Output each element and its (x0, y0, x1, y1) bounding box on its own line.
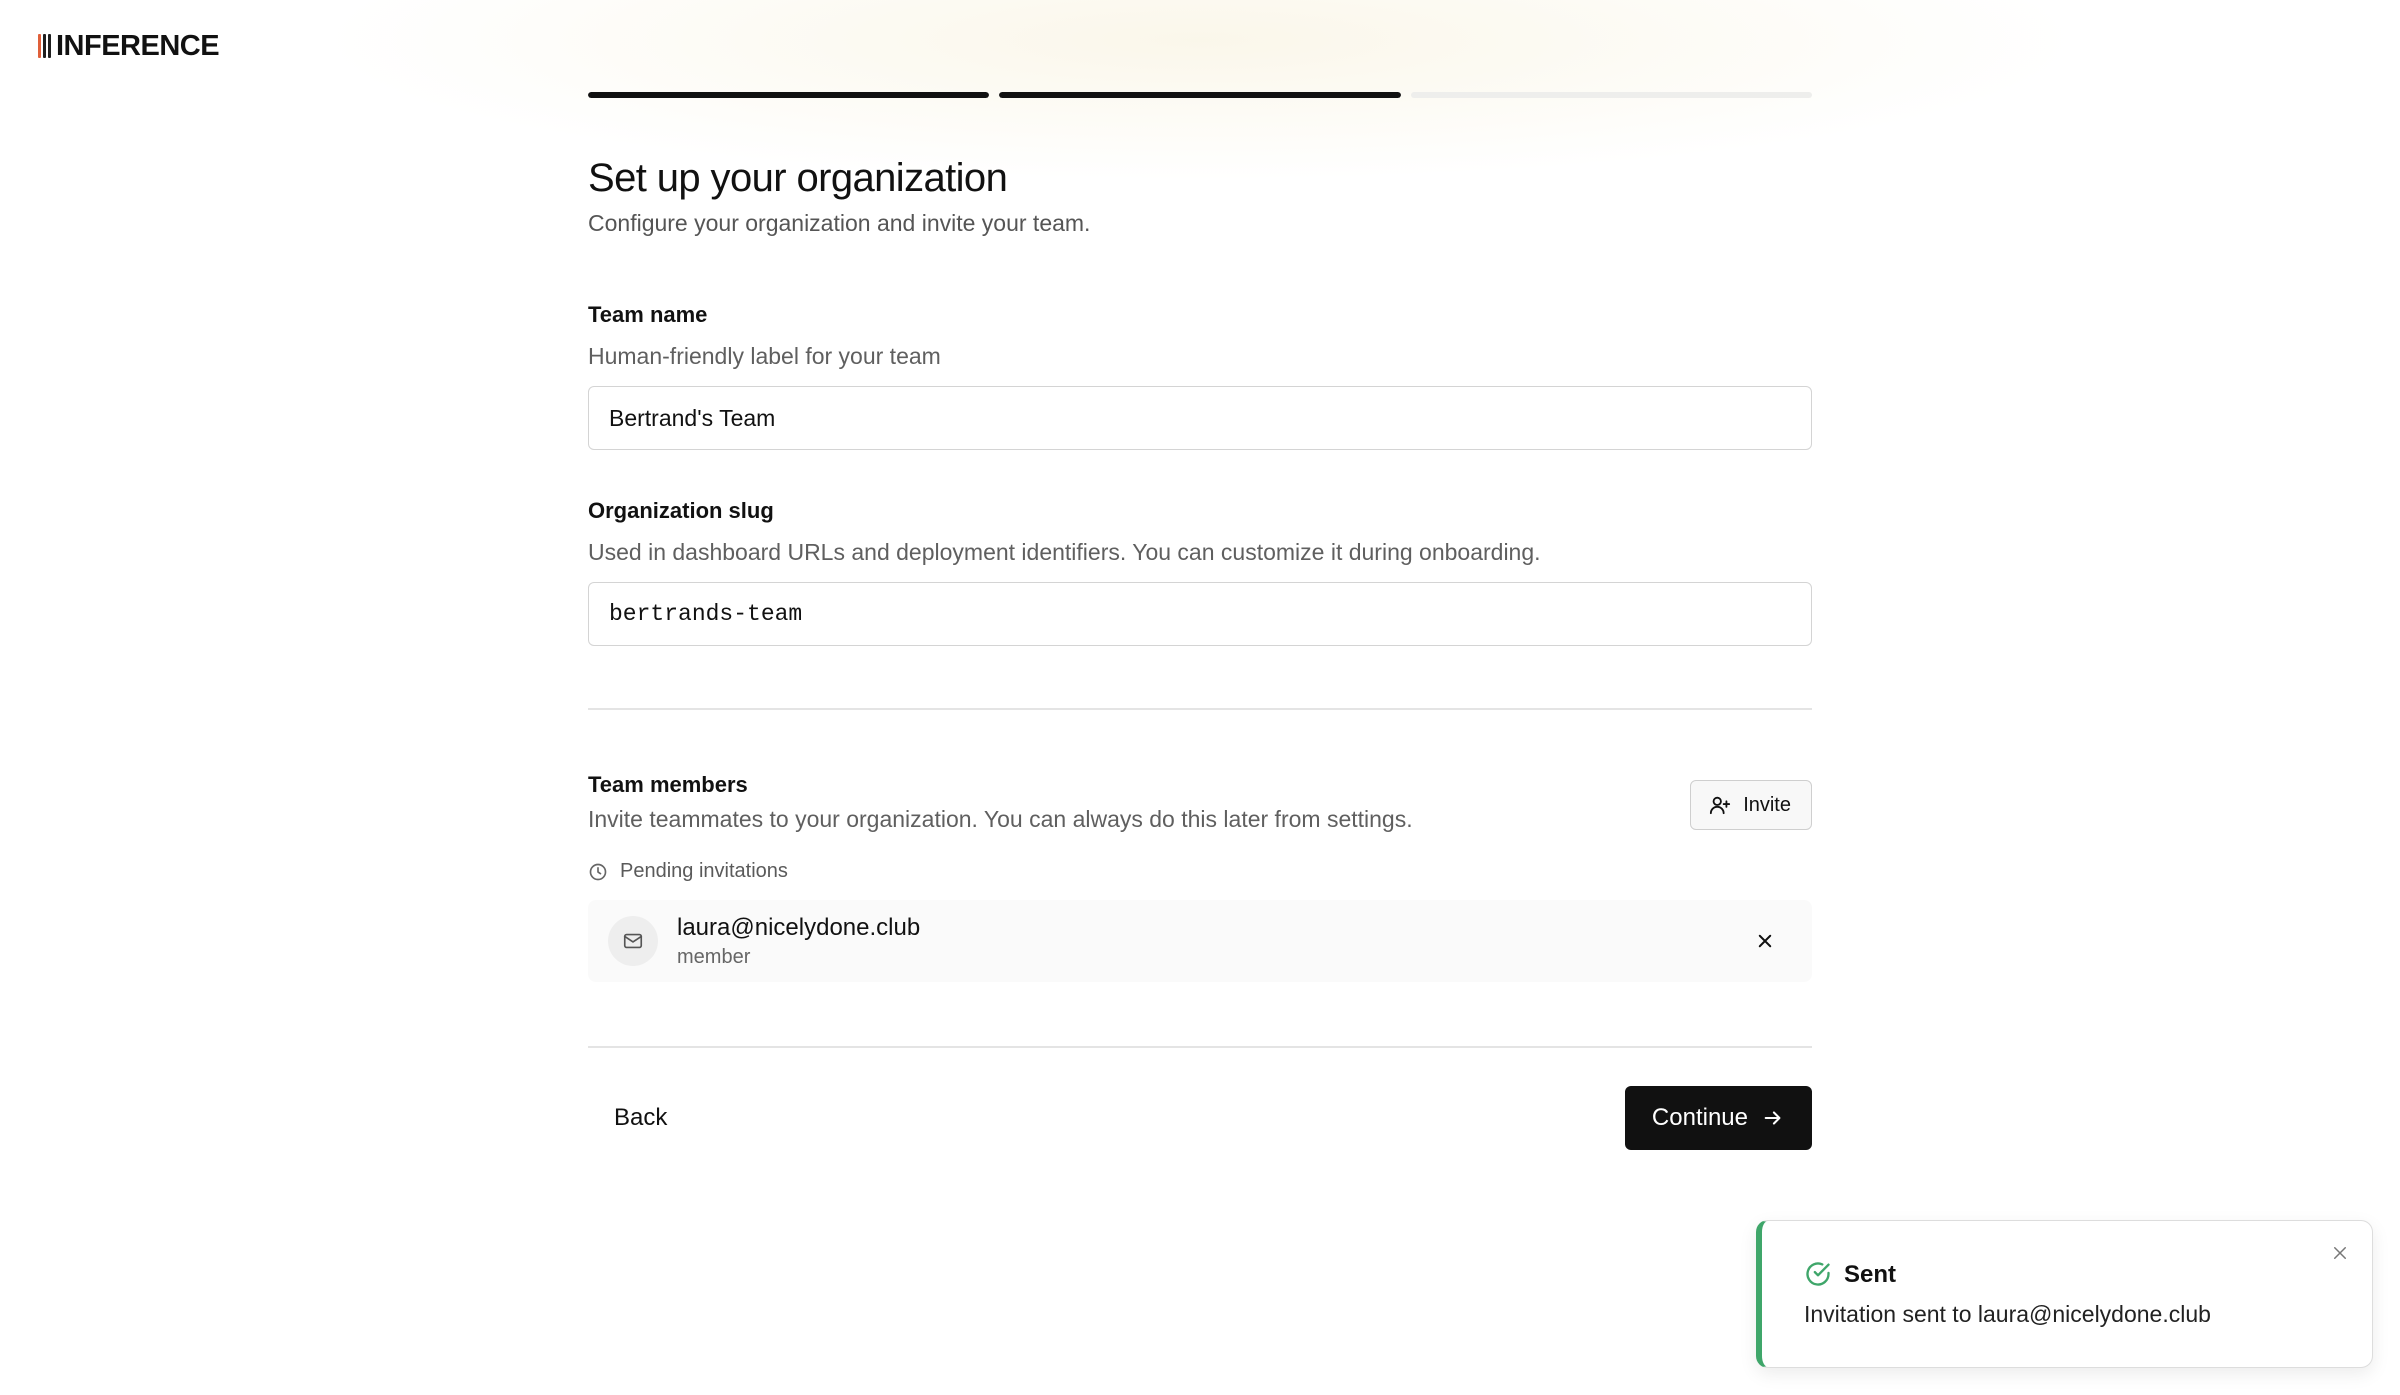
org-slug-label: Organization slug (588, 498, 774, 523)
brand-logo[interactable]: INFERENCE (38, 30, 220, 62)
pending-invitations-header: Pending invitations (588, 860, 788, 883)
logo-bar (38, 34, 41, 58)
progress-fill (588, 92, 990, 98)
team-name-label: Team name (588, 302, 708, 327)
team-members-label: Team members (588, 772, 748, 797)
page-title: Set up your organization (588, 156, 1008, 200)
pending-invitations-label: Pending invitations (620, 860, 788, 882)
org-slug-input[interactable] (588, 582, 1812, 646)
user-plus-icon (1709, 794, 1731, 816)
invite-button[interactable]: Invite (1690, 780, 1812, 830)
mail-icon (608, 916, 658, 966)
arrow-right-icon (1762, 1107, 1784, 1129)
background-glow (0, 0, 2400, 380)
toast-message: Invitation sent to laura@nicelydone.club (1804, 1301, 2211, 1327)
close-icon (1756, 932, 1774, 950)
team-members-help: Invite teammates to your organization. Y… (588, 806, 1413, 832)
brand-name: INFERENCE (56, 30, 220, 62)
logo-bar (48, 34, 51, 58)
invitation-item: laura@nicelydone.club member (588, 900, 1812, 982)
bars-logo-icon (38, 34, 53, 58)
back-button[interactable]: Back (588, 1086, 693, 1150)
org-slug-help: Used in dashboard URLs and deployment id… (588, 539, 1541, 565)
footer-divider (588, 1046, 1812, 1048)
team-name-help: Human-friendly label for your team (588, 343, 941, 369)
clock-icon (588, 862, 608, 882)
invitation-role: member (677, 946, 751, 968)
toast-title: Sent (1844, 1261, 1897, 1288)
invitation-sent-toast: Sent Invitation sent to laura@nicelydone… (1756, 1220, 2373, 1368)
continue-button[interactable]: Continue (1624, 1086, 1812, 1150)
check-circle-icon (1804, 1260, 1832, 1288)
onboarding-progress (588, 92, 1812, 98)
invitation-email: laura@nicelydone.club (677, 914, 921, 941)
close-icon (2331, 1244, 2349, 1262)
progress-step-2 (999, 92, 1401, 98)
section-divider (588, 708, 1812, 710)
toast-close-button[interactable] (2328, 1241, 2352, 1265)
invite-button-label: Invite (1743, 793, 1791, 816)
progress-step-1 (588, 92, 990, 98)
progress-step-3 (1410, 92, 1812, 98)
continue-button-label: Continue (1651, 1104, 1748, 1131)
team-name-input[interactable] (588, 386, 1812, 450)
remove-invitation-button[interactable] (1752, 928, 1778, 954)
logo-bar (43, 34, 46, 58)
progress-fill (999, 92, 1401, 98)
page-subtitle: Configure your organization and invite y… (588, 210, 1091, 236)
